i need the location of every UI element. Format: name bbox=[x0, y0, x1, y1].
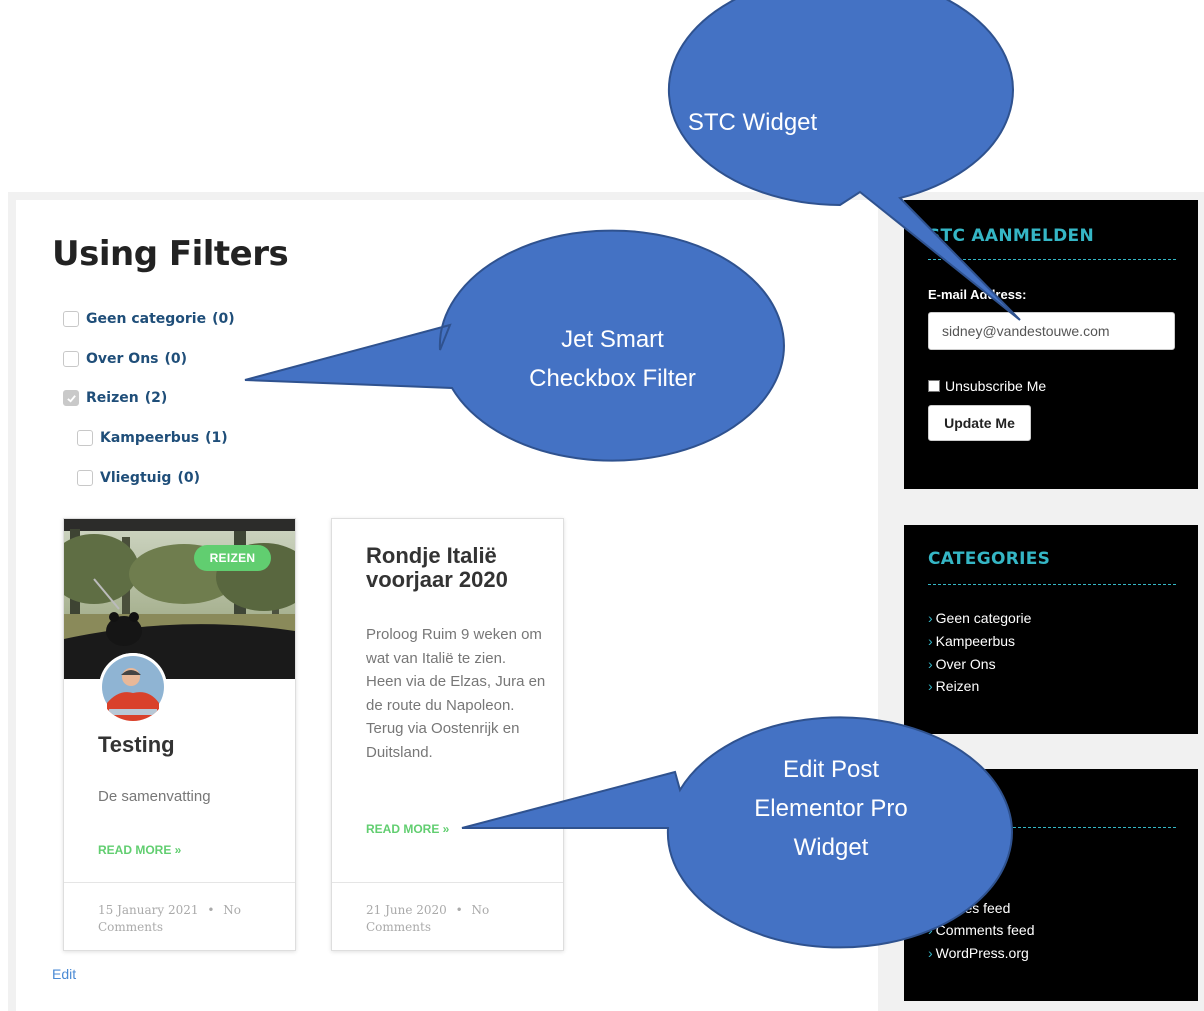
chevron-right-icon: › bbox=[928, 899, 933, 916]
category-link[interactable]: › Reizen bbox=[928, 675, 1031, 698]
filter-label: Over Ons bbox=[86, 351, 159, 367]
checkmark-icon bbox=[66, 394, 76, 403]
unsubscribe-option[interactable]: Unsubscribe Me bbox=[928, 378, 1046, 394]
post-thumbnail[interactable]: REIZEN bbox=[64, 519, 295, 679]
widget-divider bbox=[928, 827, 1176, 828]
category-link[interactable]: › Over Ons bbox=[928, 653, 1031, 676]
chevron-right-icon: › bbox=[928, 876, 933, 893]
categories-widget: CATEGORIES › Geen categorie › Kampeerbus ›… bbox=[904, 525, 1198, 734]
unsubscribe-checkbox[interactable] bbox=[928, 380, 940, 392]
update-me-button[interactable]: Update Me bbox=[928, 405, 1031, 441]
meta-link[interactable]: › Entries feed bbox=[928, 897, 1035, 920]
category-link[interactable]: › Geen categorie bbox=[928, 607, 1031, 630]
chevron-right-icon: › bbox=[928, 945, 933, 962]
meta-link[interactable]: › Log out bbox=[928, 874, 1035, 897]
email-input[interactable] bbox=[928, 312, 1175, 350]
post-title[interactable]: Rondje Italië voorjaar 2020 bbox=[366, 544, 546, 592]
widget-title: CATEGORIES bbox=[928, 549, 1051, 569]
card-divider bbox=[332, 882, 563, 883]
avatar-image bbox=[99, 653, 167, 721]
read-more-link[interactable]: READ MORE » bbox=[98, 843, 181, 857]
filter-count: (1) bbox=[205, 430, 228, 446]
filter-checkbox-checked[interactable] bbox=[63, 390, 79, 406]
meta-link[interactable]: › Comments feed bbox=[928, 919, 1035, 942]
filter-over-ons[interactable]: Over Ons (0) bbox=[63, 349, 187, 369]
chevron-right-icon: › bbox=[928, 632, 933, 649]
chevron-right-icon: › bbox=[928, 678, 933, 695]
filter-label: Kampeerbus bbox=[100, 430, 200, 446]
filter-count: (0) bbox=[164, 351, 188, 367]
filter-reizen[interactable]: Reizen (2) bbox=[63, 388, 167, 408]
filter-checkbox[interactable] bbox=[63, 311, 79, 327]
chevron-right-icon: › bbox=[928, 922, 933, 939]
jet-filter-callout-line1: Jet Smart bbox=[561, 326, 664, 353]
chevron-right-icon: › bbox=[928, 610, 933, 626]
filter-checkbox[interactable] bbox=[77, 430, 93, 446]
widget-title: STC AANMELDEN bbox=[928, 226, 1094, 246]
card-divider bbox=[64, 882, 295, 883]
post-excerpt: Proloog Ruim 9 weken om wat van Italië t… bbox=[366, 626, 546, 761]
jet-filter-callout-line2: Checkbox Filter bbox=[529, 365, 696, 392]
meta-separator: • bbox=[207, 903, 215, 917]
post-thumbnail-image bbox=[64, 519, 295, 679]
category-link[interactable]: › Kampeerbus bbox=[928, 630, 1031, 653]
filter-label: Reizen bbox=[86, 390, 139, 406]
meta-link[interactable]: › WordPress.org bbox=[928, 942, 1035, 965]
filter-vliegtuig[interactable]: Vliegtuig (0) bbox=[77, 468, 200, 488]
widget-divider bbox=[928, 259, 1176, 260]
post-date: 21 June 2020 bbox=[366, 903, 447, 917]
chevron-right-icon: › bbox=[928, 655, 933, 672]
read-more-link[interactable]: READ MORE » bbox=[366, 822, 449, 836]
filter-label: Geen categorie bbox=[86, 311, 207, 327]
categories-list: › Geen categorie › Kampeerbus › Over Ons › R… bbox=[928, 607, 1031, 698]
edit-post-callout-line3: Widget bbox=[793, 834, 869, 861]
edit-link[interactable]: Edit bbox=[52, 966, 76, 982]
post-date: 15 January 2021 bbox=[98, 903, 199, 917]
page-title: Using Filters bbox=[52, 234, 289, 274]
post-excerpt: De samenvatting bbox=[98, 788, 211, 805]
post-title[interactable]: Testing bbox=[98, 733, 175, 757]
filter-geen-categorie[interactable]: Geen categorie (0) bbox=[63, 309, 235, 329]
filter-checkbox[interactable] bbox=[77, 470, 93, 486]
filter-kampeerbus[interactable]: Kampeerbus (1) bbox=[77, 428, 228, 448]
meta-separator: • bbox=[455, 903, 463, 917]
post-card: Rondje Italië voorjaar 2020 Proloog Ruim… bbox=[331, 518, 564, 951]
category-badge[interactable]: REIZEN bbox=[194, 545, 271, 571]
post-card: REIZEN Testing De samenvatting READ MORE… bbox=[63, 518, 296, 951]
filter-checkbox[interactable] bbox=[63, 351, 79, 367]
edit-post-callout-line2: Elementor Pro bbox=[754, 795, 908, 822]
filter-count: (0) bbox=[177, 470, 200, 486]
stc-callout-text: STC Widget bbox=[687, 109, 818, 136]
author-avatar bbox=[99, 653, 167, 721]
post-meta: 21 June 2020 • No Comments bbox=[366, 902, 546, 936]
filter-count: (2) bbox=[144, 390, 168, 406]
unsubscribe-label: Unsubscribe Me bbox=[945, 378, 1047, 394]
widget-divider bbox=[928, 584, 1176, 585]
filter-label: Vliegtuig bbox=[100, 470, 172, 486]
meta-list: › Site Admin › Log out › Entries feed › Comm… bbox=[928, 851, 1035, 965]
filter-count: (0) bbox=[212, 311, 235, 327]
edit-post-callout-line1: Edit Post bbox=[782, 756, 880, 783]
email-label: E-mail Address: bbox=[928, 287, 1027, 302]
post-meta: 15 January 2021 • No Comments bbox=[98, 902, 278, 936]
stc-widget: STC AANMELDEN E-mail Address: Unsubscrib… bbox=[904, 200, 1198, 489]
